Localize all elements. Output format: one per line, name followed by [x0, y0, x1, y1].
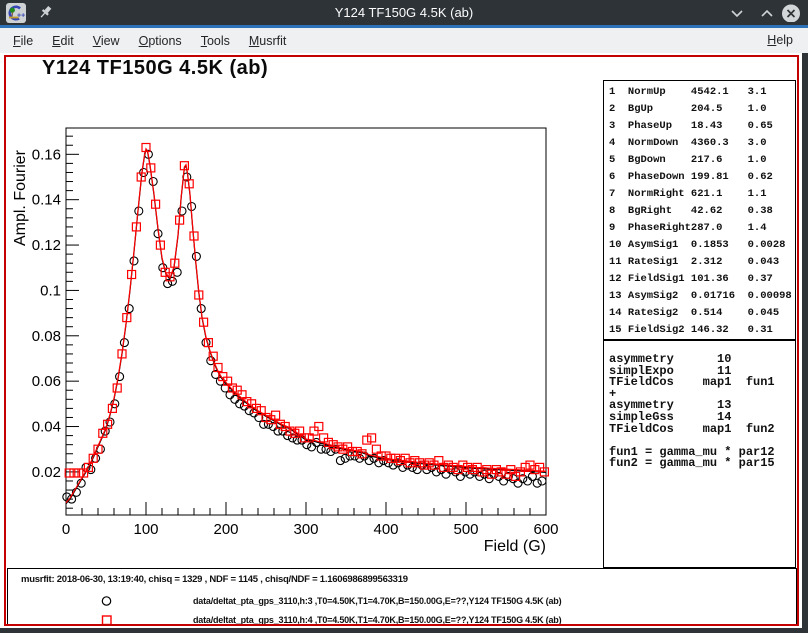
- theory-line: TFieldCos map1 fun1: [609, 377, 795, 389]
- y-tick-label: 0.16: [32, 146, 61, 163]
- x-tick-label: 500: [453, 521, 478, 538]
- fit-stats-line: musrfit: 2018-06-30, 13:19:40, chisq = 1…: [21, 574, 408, 585]
- param-row: 9 PhaseRight287.0 1.4: [609, 220, 795, 237]
- param-row: 13 AsymSig2 0.01716 0.00098: [609, 288, 795, 305]
- legend-entry-h3: data/deltat_pta_gps_3110,h:3 ,T0=4.50K,T…: [193, 596, 561, 606]
- fit-curve-black: [66, 150, 546, 504]
- param-row: 12 FieldSig1 101.36 0.37: [609, 271, 795, 288]
- param-row: 4 NormDown 4360.3 3.0: [609, 135, 795, 152]
- y-tick-label: 0.12: [32, 237, 61, 254]
- plot-frame: [66, 128, 546, 515]
- y-tick-label: 0.06: [32, 373, 61, 390]
- param-row: 8 BgRight 42.62 0.38: [609, 203, 795, 220]
- square-marker-icon: [100, 614, 113, 627]
- param-row: 11 RateSig1 2.312 0.043: [609, 254, 795, 271]
- x-tick-label: 100: [133, 521, 158, 538]
- theory-line: TFieldCos map1 fun2: [609, 424, 795, 436]
- y-tick-label: 0.08: [32, 328, 61, 345]
- param-row: 14 RateSig2 0.514 0.045: [609, 305, 795, 322]
- legend-entry-h4: data/deltat_pta_gps_3110,h:4 ,T0=4.50K,T…: [193, 615, 561, 625]
- x-axis: 0 100 200 300 400 500 600: [62, 502, 559, 538]
- y-axis: 0.02 0.04 0.06 0.08 0.1 0.12 0.14 0.16: [32, 136, 79, 508]
- data-points-h4: [65, 144, 548, 481]
- param-row: 6 PhaseDown 199.81 0.62: [609, 169, 795, 186]
- parameter-box[interactable]: 1 NormUp 4542.1 3.12 BgUp 204.5 1.03 Pha…: [603, 80, 796, 340]
- y-tick-label: 0.02: [32, 464, 61, 481]
- y-tick-label: 0.14: [32, 192, 61, 209]
- x-tick-label: 0: [62, 521, 70, 538]
- y-tick-label: 0.1: [40, 282, 61, 299]
- param-row: 10 AsymSig1 0.1853 0.0028: [609, 237, 795, 254]
- theory-box[interactable]: asymmetry 10simplExpo 11TFieldCos map1 f…: [603, 340, 796, 568]
- param-row: 15 FieldSig2 146.32 0.31: [609, 322, 795, 339]
- data-points-h3: [63, 150, 546, 503]
- x-tick-label: 200: [213, 521, 238, 538]
- param-row: 2 BgUp 204.5 1.0: [609, 101, 795, 118]
- param-row: 5 BgDown 217.6 1.0: [609, 152, 795, 169]
- x-tick-label: 300: [293, 521, 318, 538]
- x-axis-title: Field (G): [484, 538, 546, 555]
- param-row: 3 PhaseUp 18.43 0.65: [609, 118, 795, 135]
- y-axis-title: Ampl. Fourier: [12, 149, 29, 246]
- y-tick-label: 0.04: [32, 419, 61, 436]
- param-row: 1 NormUp 4542.1 3.1: [609, 84, 795, 101]
- legend-box[interactable]: musrfit: 2018-06-30, 13:19:40, chisq = 1…: [7, 568, 797, 626]
- x-tick-label: 600: [533, 521, 558, 538]
- x-tick-label: 400: [373, 521, 398, 538]
- circle-marker-icon: [100, 595, 113, 608]
- param-row: 7 NormRight 621.1 1.1: [609, 186, 795, 203]
- fit-curve-red: [66, 149, 546, 503]
- theory-line: fun2 = gamma_mu * par15: [609, 458, 795, 470]
